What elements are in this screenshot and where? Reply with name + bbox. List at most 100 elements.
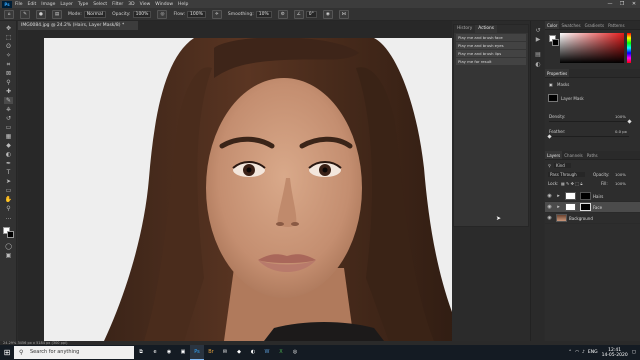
edge-icon[interactable]: e xyxy=(148,345,162,360)
action-item[interactable]: Play me and brush face xyxy=(456,34,526,41)
shape-tool-icon[interactable]: ▭ xyxy=(4,187,13,194)
mail-icon[interactable]: ✉ xyxy=(218,345,232,360)
document-tab[interactable]: IMG0084.jpg @ 24.2% (Hairs, Layer Mask/8… xyxy=(18,21,138,30)
app-icon[interactable]: ◎ xyxy=(288,345,302,360)
chrome-icon[interactable]: ◉ xyxy=(162,345,176,360)
layer-name[interactable]: Background xyxy=(569,216,593,221)
tab-color[interactable]: Color xyxy=(545,21,560,29)
quick-select-tool-icon[interactable]: ✧ xyxy=(4,52,13,59)
visibility-eye-icon[interactable]: ◉ xyxy=(545,215,554,221)
layer-row-face[interactable]: ◉ ▸ Face xyxy=(545,202,640,213)
fill-input[interactable]: 100% xyxy=(615,181,626,186)
app-icon[interactable]: ◆ xyxy=(232,345,246,360)
menu-view[interactable]: View xyxy=(140,2,151,7)
menu-edit[interactable]: Edit xyxy=(28,2,37,7)
feather-value[interactable]: 0.0 px xyxy=(615,129,627,134)
taskbar-search-input[interactable]: ⚲ Search for anything xyxy=(14,346,134,359)
layer-opacity-input[interactable]: 100% xyxy=(615,172,626,177)
pen-tool-icon[interactable]: ✒ xyxy=(4,160,13,167)
brush-tool-icon-active[interactable]: ✎ xyxy=(4,97,13,104)
visibility-eye-icon[interactable]: ◉ xyxy=(545,204,554,210)
marquee-tool-icon[interactable]: ⬚ xyxy=(4,34,13,41)
mode-select[interactable]: Normal xyxy=(83,10,107,18)
tab-gradients[interactable]: Gradients xyxy=(583,21,607,29)
volume-icon[interactable]: ♪ xyxy=(582,350,585,355)
tab-layers[interactable]: Layers xyxy=(545,151,563,159)
menu-select[interactable]: Select xyxy=(93,2,107,7)
density-slider[interactable] xyxy=(549,121,629,122)
menu-window[interactable]: Window xyxy=(155,2,173,7)
action-item[interactable]: Play me for result xyxy=(456,58,526,65)
eyedropper-tool-icon[interactable]: ⚲ xyxy=(4,79,13,86)
actions-panel-icon[interactable]: ▶ xyxy=(534,36,542,43)
density-value[interactable]: 100% xyxy=(615,114,626,119)
excel-icon[interactable]: X xyxy=(274,345,288,360)
file-explorer-icon[interactable]: ▣ xyxy=(176,345,190,360)
network-icon[interactable]: ◠ xyxy=(575,350,579,355)
smoothing-settings-icon[interactable]: ⚙ xyxy=(277,9,288,19)
frame-tool-icon[interactable]: ⊠ xyxy=(4,70,13,77)
feather-slider-knob[interactable] xyxy=(546,134,552,139)
portrait-photo[interactable] xyxy=(44,38,452,341)
background-color[interactable] xyxy=(552,39,559,46)
layer-name[interactable]: Hairs xyxy=(593,194,603,199)
background-color-swatch[interactable] xyxy=(7,231,14,238)
smoothing-input[interactable]: 10% xyxy=(255,10,272,18)
blend-mode-select[interactable]: Pass Through xyxy=(548,172,585,177)
quick-mask-icon[interactable]: ◯ xyxy=(4,243,13,250)
tab-properties[interactable]: Properties xyxy=(545,69,570,77)
brush-settings-icon[interactable]: ▤ xyxy=(52,9,62,19)
tray-arrow-icon[interactable]: ⌃ xyxy=(568,350,572,355)
blur-tool-icon[interactable]: ◆ xyxy=(4,142,13,149)
action-item[interactable]: Play me and brush eyes xyxy=(456,42,526,49)
libraries-panel-icon[interactable]: ▤ xyxy=(534,51,542,58)
start-button[interactable]: ⊞ xyxy=(0,345,14,360)
kind-filter-select[interactable]: Kind xyxy=(554,163,571,168)
crop-tool-icon[interactable]: ⌗ xyxy=(4,61,13,68)
lasso-tool-icon[interactable]: ʘ xyxy=(4,43,13,50)
lock-icons[interactable]: ▦ ✎ ✥ ⬚ 🔒︎ xyxy=(561,181,582,186)
tab-channels[interactable]: Channels xyxy=(562,151,585,159)
clock[interactable]: 12:41 14-05-2020 xyxy=(602,348,628,358)
history-panel-icon[interactable]: ↺ xyxy=(534,27,542,34)
opacity-input[interactable]: 100% xyxy=(132,10,152,18)
minimize-button[interactable]: — xyxy=(604,0,616,8)
gradient-tool-icon[interactable]: ▦ xyxy=(4,133,13,140)
canvas-area[interactable] xyxy=(18,30,452,341)
layer-name[interactable]: Face xyxy=(593,205,602,210)
tab-actions[interactable]: Actions xyxy=(475,25,497,33)
menu-image[interactable]: Image xyxy=(41,2,55,7)
tab-swatches[interactable]: Swatches xyxy=(559,21,582,29)
history-brush-tool-icon[interactable]: ↺ xyxy=(4,115,13,122)
bridge-icon[interactable]: Br xyxy=(204,345,218,360)
type-tool-icon[interactable]: T xyxy=(4,169,13,176)
adjustments-panel-icon[interactable]: ◐ xyxy=(534,61,542,68)
menu-layer[interactable]: Layer xyxy=(60,2,73,7)
eraser-tool-icon[interactable]: ▭ xyxy=(4,124,13,131)
pressure-size-icon[interactable]: ◉ xyxy=(322,9,333,19)
airbrush-icon[interactable]: ✈ xyxy=(211,9,222,19)
language-indicator[interactable]: ENG xyxy=(588,350,598,355)
layer-mask-thumb[interactable] xyxy=(580,192,591,200)
menu-type[interactable]: Type xyxy=(78,2,88,7)
more-tools-icon[interactable]: … xyxy=(4,214,13,221)
healing-brush-tool-icon[interactable]: ✚ xyxy=(4,88,13,95)
color-field[interactable] xyxy=(560,33,624,63)
menu-3d[interactable]: 3D xyxy=(128,2,134,7)
pressure-opacity-icon[interactable]: ◎ xyxy=(157,9,168,19)
menu-help[interactable]: Help xyxy=(178,2,188,7)
feather-slider[interactable] xyxy=(549,136,629,137)
density-slider-knob[interactable] xyxy=(626,119,632,124)
word-icon[interactable]: W xyxy=(260,345,274,360)
brush-tool-icon[interactable]: ✎ xyxy=(20,9,30,19)
menu-file[interactable]: File xyxy=(15,2,23,7)
brush-preset-icon[interactable]: ● xyxy=(36,9,46,19)
dodge-tool-icon[interactable]: ◐ xyxy=(4,151,13,158)
angle-input[interactable]: 0° xyxy=(305,10,317,18)
hand-tool-icon[interactable]: ✋ xyxy=(4,196,13,203)
action-item[interactable]: Play me and brush lips xyxy=(456,50,526,57)
flow-input[interactable]: 100% xyxy=(187,10,206,18)
tab-patterns[interactable]: Patterns xyxy=(606,21,626,29)
app-icon[interactable]: ◐ xyxy=(246,345,260,360)
visibility-eye-icon[interactable]: ◉ xyxy=(545,193,554,199)
